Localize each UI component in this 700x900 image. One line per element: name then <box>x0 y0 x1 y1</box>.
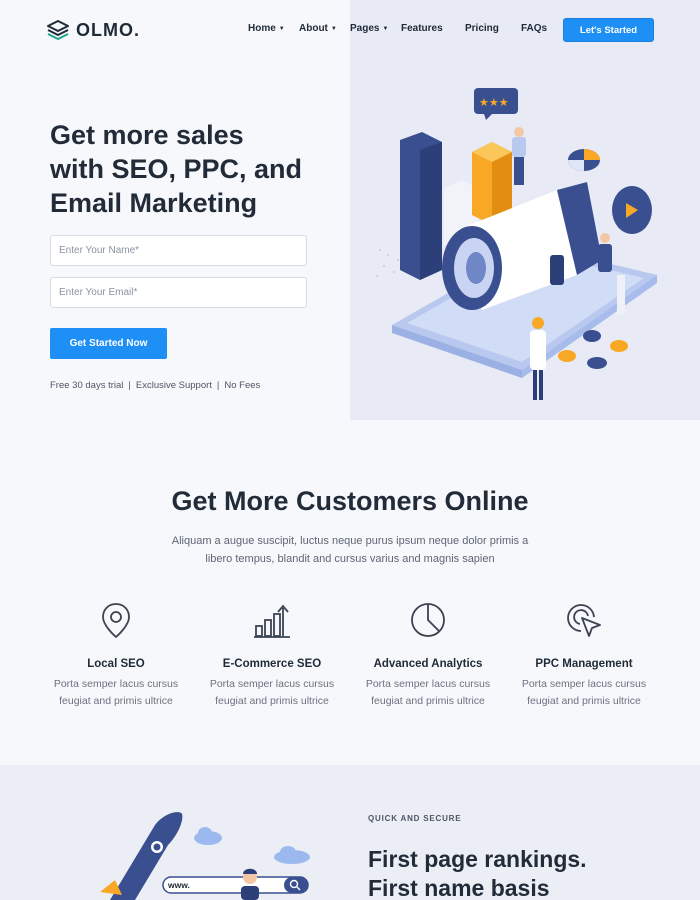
nav-item-pages[interactable]: Pages ▼ <box>350 23 401 34</box>
caret-down-icon: ▼ <box>382 25 389 32</box>
feature-card-ppc-management: PPC Management Porta semper lacus cursus… <box>509 600 659 710</box>
feature-card-advanced-analytics: Advanced Analytics Porta semper lacus cu… <box>353 600 503 710</box>
marketing-megaphone-illustration: ★★★ <box>376 88 657 400</box>
features-section <box>0 420 700 765</box>
nav-item-features[interactable]: Features <box>401 23 465 34</box>
nav-item-pricing[interactable]: Pricing <box>465 23 521 34</box>
main-nav: Home ▼ About ▼ Pages ▼ Features Pricing FAQ… <box>248 23 561 34</box>
perk-fees: No Fees <box>224 380 261 391</box>
stack-layers-icon <box>47 20 69 40</box>
feature-title: Local SEO <box>87 658 145 670</box>
email-input[interactable] <box>50 277 307 308</box>
play-bubble <box>612 186 652 234</box>
location-pin-icon <box>102 603 130 639</box>
site-header: OLMO. Home ▼ About ▼ Pages ▼ Features Prici… <box>0 0 700 62</box>
perk-support: Exclusive Support <box>135 380 212 391</box>
nav-item-about[interactable]: About ▼ <box>299 23 350 34</box>
hero-title: Get more sales with SEO, PPC, and Email … <box>50 118 340 220</box>
perk-separator: | <box>128 380 131 391</box>
section-eyebrow: QUICK AND SECURE <box>368 814 462 823</box>
feature-description: Porta semper lacus cursus feugiat and pr… <box>365 678 491 707</box>
ranking-title: First page rankings. First name basis <box>368 845 668 900</box>
bar-chart-growth-icon <box>254 604 290 638</box>
rocket-search-illustration <box>100 812 310 900</box>
features-subtitle: Aliquam a augue suscipit, luctus neque p… <box>171 535 529 565</box>
feature-title: Advanced Analytics <box>373 658 483 670</box>
search-bar-text: www. <box>168 880 190 890</box>
feature-title: PPC Management <box>535 658 633 670</box>
brand-logo[interactable]: OLMO. <box>46 18 140 42</box>
hero-title-line: Get more sales <box>50 120 244 150</box>
decorative-dots <box>376 249 399 277</box>
feature-card-local-seo: Local SEO Porta semper lacus cursus feug… <box>41 600 191 710</box>
svg-text:★★★: ★★★ <box>479 96 509 109</box>
nav-item-home[interactable]: Home ▼ <box>248 23 299 34</box>
features-title: Get More Customers Online <box>171 486 529 516</box>
brand-name: OLMO. <box>76 19 140 40</box>
hero-perks: Free 30 days trial | Exclusive Support |… <box>50 380 260 391</box>
feature-title: E-Commerce SEO <box>222 658 322 670</box>
pie-chart-piece <box>568 149 600 171</box>
nav-item-label: Pages <box>350 23 380 34</box>
hero-title-line: with SEO, PPC, and <box>50 154 303 184</box>
feature-card-ecommerce-seo: E-Commerce SEO Porta semper lacus cursus… <box>197 600 347 710</box>
perk-trial: Free 30 days trial <box>50 380 124 391</box>
pie-chart-icon <box>411 603 445 637</box>
name-input[interactable] <box>50 235 307 266</box>
caret-down-icon: ▼ <box>278 25 285 32</box>
cloud-shapes <box>194 827 310 864</box>
hero-title-line: Email Marketing <box>50 188 258 218</box>
get-started-now-button[interactable]: Get Started Now <box>50 328 167 359</box>
ranking-title-line: First page rankings. <box>368 846 587 872</box>
ranking-title-line: First name basis <box>368 875 550 900</box>
nav-item-label: Pricing <box>465 23 499 34</box>
feature-description: Porta semper lacus cursus feugiat and pr… <box>209 678 335 707</box>
lets-started-button[interactable]: Let's Started <box>563 18 654 42</box>
nav-item-label: About <box>299 23 328 34</box>
cursor-target-icon <box>567 604 601 637</box>
feature-description: Porta semper lacus cursus feugiat and pr… <box>53 678 179 707</box>
nav-item-label: Home <box>248 23 276 34</box>
nav-item-faqs[interactable]: FAQs <box>521 23 561 34</box>
caret-down-icon: ▼ <box>330 25 337 32</box>
perk-separator: | <box>216 380 220 391</box>
rating-stars-bubble: ★★★ <box>474 88 518 120</box>
feature-description: Porta semper lacus cursus feugiat and pr… <box>521 678 647 707</box>
nav-item-label: FAQs <box>521 23 548 34</box>
nav-item-label: Features <box>401 23 443 34</box>
